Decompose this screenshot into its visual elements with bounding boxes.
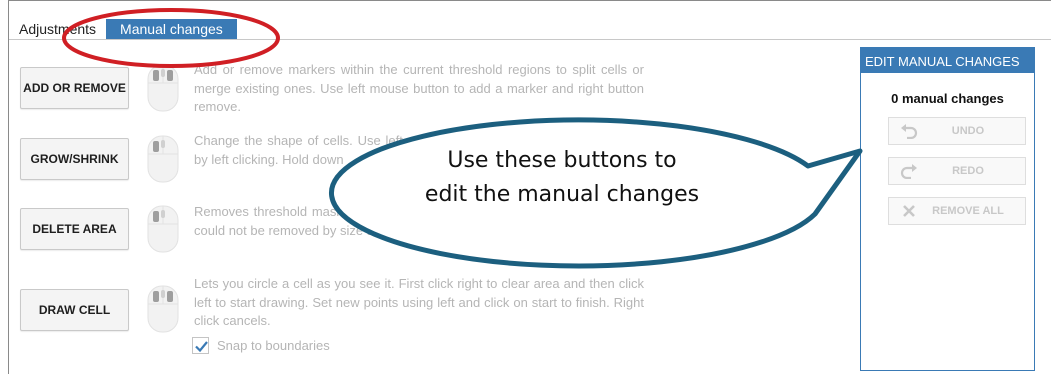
tab-bar: Adjustments Manual changes xyxy=(9,19,237,39)
draw-cell-description: Lets you circle a cell as you see it. Fi… xyxy=(194,276,644,328)
tab-adjustments[interactable]: Adjustments xyxy=(9,19,107,39)
redo-button[interactable]: REDO xyxy=(888,157,1026,185)
tab-divider xyxy=(9,39,1051,40)
add-or-remove-button[interactable]: ADD OR REMOVE xyxy=(20,67,129,109)
snap-to-boundaries-option[interactable]: Snap to boundaries xyxy=(192,337,330,354)
mouse-left-button-icon xyxy=(147,135,179,183)
tab-manual-changes[interactable]: Manual changes xyxy=(106,19,237,39)
redo-icon xyxy=(900,164,917,179)
mouse-both-buttons-icon xyxy=(147,64,179,112)
panel-title: EDIT MANUAL CHANGES xyxy=(861,48,1034,73)
manual-changes-count: 0 manual changes xyxy=(891,91,1004,106)
mouse-left-button-icon xyxy=(147,205,179,253)
add-or-remove-description: Add or remove markers within the current… xyxy=(194,62,644,114)
undo-button[interactable]: UNDO xyxy=(888,117,1026,145)
remove-all-button[interactable]: REMOVE ALL xyxy=(888,197,1026,225)
snap-checkbox[interactable] xyxy=(192,337,209,354)
callout-line-1: Use these buttons to xyxy=(447,148,677,173)
mouse-both-buttons-icon xyxy=(147,285,179,333)
callout-line-2: edit the manual changes xyxy=(424,182,700,207)
edit-manual-changes-panel: EDIT MANUAL CHANGES 0 manual changes UND… xyxy=(860,47,1035,371)
draw-cell-button[interactable]: DRAW CELL xyxy=(20,289,129,331)
remove-all-label: REMOVE ALL xyxy=(932,205,1004,217)
redo-label: REDO xyxy=(952,165,984,177)
close-icon xyxy=(903,205,915,217)
callout-text: Use these buttons to edit the manual cha… xyxy=(392,144,732,212)
undo-label: UNDO xyxy=(951,125,985,137)
snap-label: Snap to boundaries xyxy=(217,338,330,353)
undo-icon xyxy=(901,124,918,139)
checkmark-icon xyxy=(195,341,208,353)
grow-shrink-button[interactable]: GROW/SHRINK xyxy=(20,138,129,180)
delete-area-button[interactable]: DELETE AREA xyxy=(20,208,129,250)
